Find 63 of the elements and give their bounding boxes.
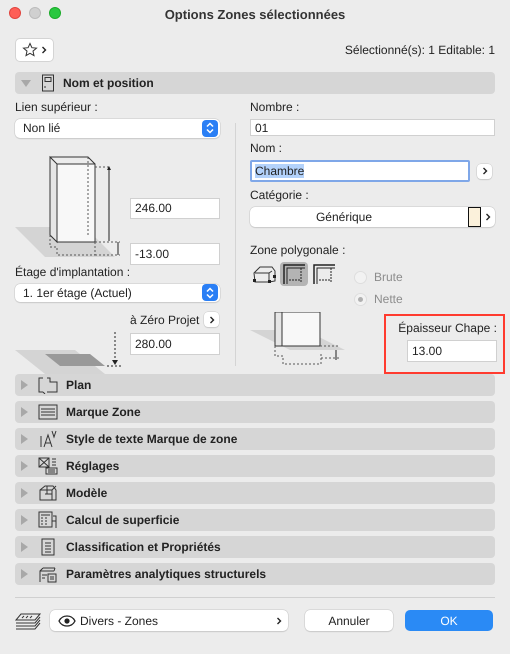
field-label: à Zéro Projet [130,312,200,326]
section-header[interactable]: Modèle [15,482,495,504]
name-field[interactable]: Chambre [250,160,470,182]
number-field[interactable]: 01 [250,119,495,136]
section-header[interactable]: Paramètres analytiques structurels [15,563,495,585]
disclosure-triangle-icon [21,407,28,417]
section-header[interactable]: Calcul de superficie [15,509,495,531]
view-settings-button[interactable]: Divers - Zones [50,610,288,631]
calculator-icon [38,511,58,529]
chevron-icon [482,167,488,175]
label-lines-icon [38,404,58,420]
inner-area-tool[interactable] [280,262,308,286]
chevron-button[interactable] [477,164,492,178]
chevron-button[interactable] [204,312,220,327]
disclosure-triangle-icon [21,515,28,525]
offset-field[interactable]: -13.00 [130,243,220,264]
text-style-icon [38,430,58,448]
category-button[interactable]: Générique [250,207,495,227]
stepper-icon [202,284,218,302]
chevron-icon [485,213,491,221]
height-field[interactable]: 246.00 [130,198,220,219]
cubes-icon [38,484,58,502]
field-label: Étage d'implantation : [15,264,130,278]
disclosure-triangle-icon [21,80,31,86]
screed-thickness-field[interactable]: 13.00 [407,340,497,362]
stepper-icon [202,120,218,137]
field-label: Nom : [250,141,282,155]
star-icon [22,42,38,58]
window-title: Options Zones sélectionnées [164,6,346,22]
chevron-icon [208,316,215,324]
disclosure-triangle-icon [21,461,28,471]
field-label: Catégorie : [250,188,309,202]
eye-icon [58,614,76,626]
disclosure-triangle-icon [21,434,28,444]
field-label: Épaisseur Chape : [398,321,497,335]
disclosure-triangle-icon [21,569,28,579]
structure-icon [38,565,58,583]
section-header[interactable]: Nom et position [15,72,495,94]
section-header[interactable]: Marque Zone [15,401,495,423]
favorites-button[interactable] [15,38,54,62]
layers-icon[interactable] [15,610,41,630]
disclosure-triangle-icon [21,380,28,390]
cancel-button[interactable]: Annuler [305,610,393,631]
top-link-select[interactable]: Non lié [15,119,220,138]
disclosure-triangle-icon [21,542,28,552]
chevron-icon [41,46,47,54]
field-label: Zone polygonale : [250,243,346,257]
chevron-icon [276,616,282,624]
section-header[interactable]: Style de texte Marque de zone [15,428,495,450]
elevation-field[interactable]: 280.00 [130,333,220,355]
field-label: Nombre : [250,100,300,114]
section-header[interactable]: Plan [15,374,495,396]
story-select[interactable]: 1. 1er étage (Actuel) [15,284,220,302]
selection-info: Sélectionné(s): 1 Editable: 1 [344,43,495,57]
plan-icon [38,376,58,394]
disclosure-triangle-icon [21,488,28,498]
section-header[interactable]: Réglages [15,455,495,477]
section-header[interactable]: Classification et Propriétés [15,536,495,558]
settings-icon [38,457,58,475]
zoom-button[interactable] [49,7,61,19]
field-label: Lien supérieur : [15,100,98,114]
door-icon [41,74,55,92]
close-button[interactable] [9,7,21,19]
